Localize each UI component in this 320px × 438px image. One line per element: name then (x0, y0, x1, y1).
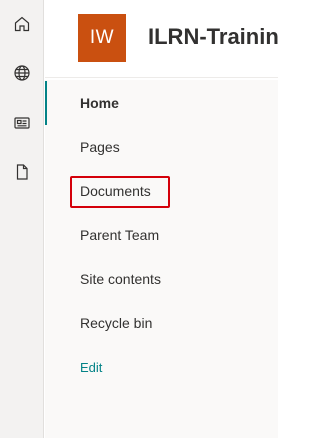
home-button[interactable] (0, 2, 44, 46)
app-bar (0, 0, 44, 438)
news-button[interactable] (0, 101, 44, 145)
nav-item-parent-team[interactable]: Parent Team (45, 213, 278, 257)
quick-launch-nav: Home Pages Documents Parent Team Site co… (45, 80, 278, 438)
documents-highlight-box (70, 176, 170, 208)
site-title[interactable]: ILRN-Trainin (148, 24, 278, 50)
globe-icon (14, 65, 30, 81)
document-icon (16, 164, 28, 180)
nav-item-home[interactable]: Home (45, 81, 278, 125)
home-icon (14, 16, 30, 32)
sites-button[interactable] (0, 51, 44, 95)
nav-edit-link[interactable]: Edit (45, 345, 278, 389)
news-icon (14, 117, 30, 129)
site-logo[interactable]: IW (78, 14, 126, 62)
nav-item-recycle-bin[interactable]: Recycle bin (45, 301, 278, 345)
site-header: IW ILRN-Trainin (45, 0, 278, 78)
files-button[interactable] (0, 150, 44, 194)
nav-item-pages[interactable]: Pages (45, 125, 278, 169)
nav-item-site-contents[interactable]: Site contents (45, 257, 278, 301)
